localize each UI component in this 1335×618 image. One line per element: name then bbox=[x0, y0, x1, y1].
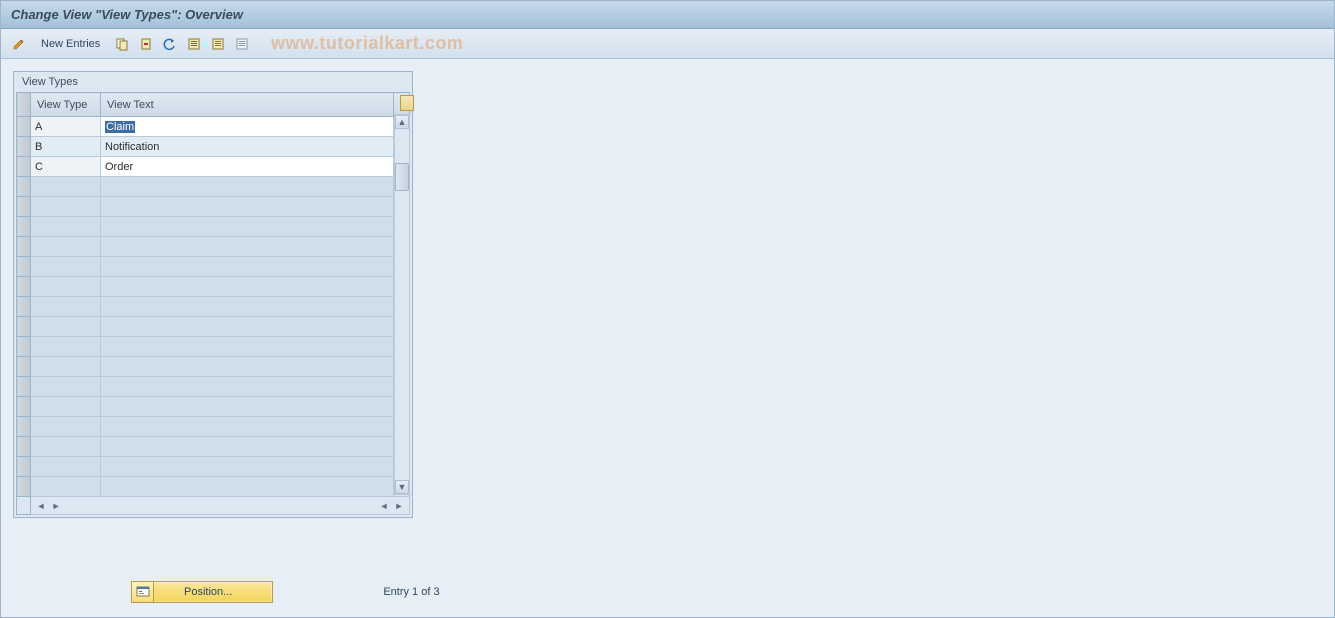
row-selector[interactable] bbox=[17, 177, 31, 197]
table-row bbox=[17, 357, 410, 377]
view-type-cell[interactable] bbox=[31, 137, 100, 156]
scroll-right-step-icon[interactable]: ► bbox=[50, 500, 62, 512]
table-row bbox=[17, 437, 410, 457]
row-selector[interactable] bbox=[17, 277, 31, 297]
table-row bbox=[17, 157, 410, 177]
table-settings-icon bbox=[400, 95, 414, 111]
table-row bbox=[17, 177, 410, 197]
row-selector[interactable] bbox=[17, 137, 31, 157]
table-row bbox=[17, 217, 410, 237]
column-header-view-type[interactable]: View Type bbox=[31, 93, 101, 117]
view-text-cell[interactable]: Claim bbox=[101, 117, 393, 136]
position-button[interactable]: Position... bbox=[131, 581, 273, 603]
row-selector[interactable] bbox=[17, 117, 31, 137]
row-selector[interactable] bbox=[17, 337, 31, 357]
table-row: Claim bbox=[17, 117, 410, 137]
view-text-cell[interactable] bbox=[101, 157, 393, 176]
table-row bbox=[17, 397, 410, 417]
delete-icon[interactable] bbox=[136, 34, 156, 54]
view-type-cell[interactable] bbox=[31, 117, 100, 136]
table-row bbox=[17, 337, 410, 357]
column-header-view-text[interactable]: View Text bbox=[101, 93, 394, 117]
copy-as-icon[interactable] bbox=[112, 34, 132, 54]
table-row bbox=[17, 417, 410, 437]
table-row bbox=[17, 257, 410, 277]
row-selector[interactable] bbox=[17, 157, 31, 177]
table-row bbox=[17, 277, 410, 297]
position-label: Position... bbox=[154, 586, 272, 598]
toggle-display-change-icon[interactable] bbox=[9, 34, 29, 54]
row-selector[interactable] bbox=[17, 417, 31, 437]
footer-bar: Position... Entry 1 of 3 bbox=[1, 581, 1334, 603]
scroll-left-icon[interactable]: ◄ bbox=[35, 500, 47, 512]
position-icon bbox=[132, 582, 154, 602]
row-selector[interactable] bbox=[17, 217, 31, 237]
table-row bbox=[17, 477, 410, 497]
title-bar: Change View "View Types": Overview bbox=[1, 1, 1334, 29]
content-area: View Types View Type View Text bbox=[1, 59, 1334, 530]
scroll-down-icon[interactable]: ▼ bbox=[395, 480, 409, 494]
new-entries-button[interactable]: New Entries bbox=[33, 36, 108, 52]
row-selector[interactable] bbox=[17, 297, 31, 317]
panel-title: View Types bbox=[14, 72, 412, 92]
table-row bbox=[17, 377, 410, 397]
page-title: Change View "View Types": Overview bbox=[11, 7, 243, 22]
table-row bbox=[17, 197, 410, 217]
table-row bbox=[17, 457, 410, 477]
horizontal-scrollbar[interactable]: ◄ ► ◄ ► bbox=[31, 500, 409, 512]
select-all-icon[interactable] bbox=[184, 34, 204, 54]
select-block-icon[interactable] bbox=[208, 34, 228, 54]
row-selector[interactable] bbox=[17, 257, 31, 277]
row-selector[interactable] bbox=[17, 197, 31, 217]
undo-change-icon[interactable] bbox=[160, 34, 180, 54]
view-types-panel: View Types View Type View Text bbox=[13, 71, 413, 518]
row-selector[interactable] bbox=[17, 357, 31, 377]
scroll-right-icon[interactable]: ► bbox=[393, 500, 405, 512]
deselect-all-icon[interactable] bbox=[232, 34, 252, 54]
table-row bbox=[17, 317, 410, 337]
row-selector[interactable] bbox=[17, 437, 31, 457]
application-toolbar: New Entries www.tutorialkart.com bbox=[1, 29, 1334, 59]
entry-count-label: Entry 1 of 3 bbox=[383, 586, 439, 598]
row-selector[interactable] bbox=[17, 317, 31, 337]
table-row bbox=[17, 297, 410, 317]
watermark-text: www.tutorialkart.com bbox=[271, 33, 463, 54]
scroll-thumb[interactable] bbox=[395, 163, 409, 191]
row-selector[interactable] bbox=[17, 477, 31, 497]
view-type-cell[interactable] bbox=[31, 157, 100, 176]
view-text-cell[interactable] bbox=[101, 137, 393, 156]
table-settings-button[interactable] bbox=[394, 93, 410, 117]
table-row bbox=[17, 137, 410, 157]
scroll-up-icon[interactable]: ▲ bbox=[395, 115, 409, 129]
table-row bbox=[17, 237, 410, 257]
row-selector-header[interactable] bbox=[17, 93, 31, 117]
row-selector[interactable] bbox=[17, 237, 31, 257]
row-selector[interactable] bbox=[17, 397, 31, 417]
row-selector[interactable] bbox=[17, 457, 31, 477]
view-types-table: View Type View Text Claim ◄ ► bbox=[16, 92, 410, 515]
row-selector[interactable] bbox=[17, 377, 31, 397]
scroll-left-step-icon[interactable]: ◄ bbox=[378, 500, 390, 512]
vertical-scrollbar[interactable]: ▲ ▼ bbox=[394, 114, 410, 495]
